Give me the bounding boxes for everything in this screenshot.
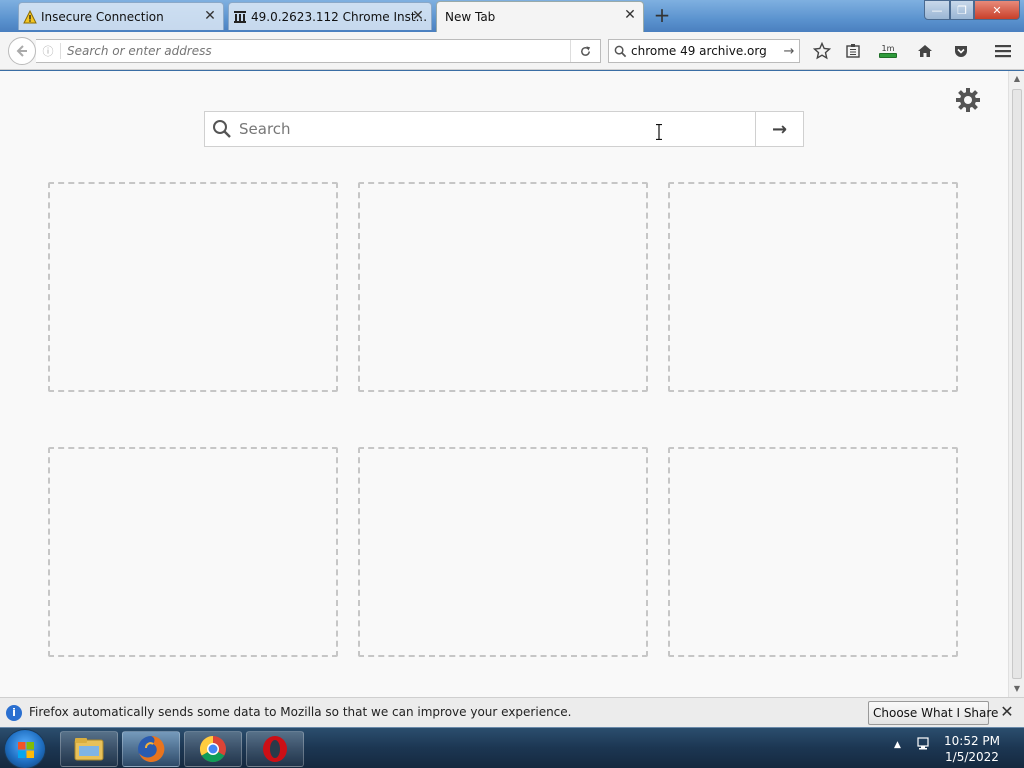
hamburger-menu-icon xyxy=(995,45,1011,58)
top-site-tile[interactable] xyxy=(48,447,338,657)
clock-time: 10:52 PM xyxy=(944,734,1000,748)
arrow-left-icon xyxy=(16,45,27,57)
reload-icon xyxy=(581,45,591,56)
firefox-icon xyxy=(138,735,165,762)
newtab-search-go-button[interactable]: → xyxy=(755,112,803,146)
newtab-search-box[interactable]: → xyxy=(204,111,804,147)
maximize-button[interactable]: ❐ xyxy=(950,0,974,20)
title-bar: Insecure Connection ✕ 49.0.2623.112 Chro… xyxy=(0,0,1024,32)
bookmarks-menu-button[interactable] xyxy=(842,40,864,62)
search-icon xyxy=(609,45,631,58)
archive-icon xyxy=(234,11,246,23)
newtab-search-input[interactable] xyxy=(239,120,755,138)
start-button[interactable] xyxy=(4,729,46,768)
new-tab-button[interactable]: + xyxy=(652,5,672,26)
windows-taskbar: ▲ 10:52 PM 1/5/2022 xyxy=(0,727,1024,768)
gear-icon xyxy=(956,88,980,112)
divider xyxy=(60,43,61,59)
home-icon xyxy=(918,45,932,57)
notification-message: Firefox automatically sends some data to… xyxy=(29,705,572,719)
tab-insecure-connection[interactable]: Insecure Connection ✕ xyxy=(18,2,224,30)
windows-logo-icon xyxy=(18,742,34,758)
scroll-down-arrow-icon[interactable]: ▼ xyxy=(1009,681,1024,697)
search-bar[interactable]: chrome 49 archive.org → xyxy=(608,39,800,63)
text-cursor-icon xyxy=(656,124,662,140)
close-tab-icon[interactable]: ✕ xyxy=(411,9,425,23)
close-tab-icon[interactable]: ✕ xyxy=(623,8,637,22)
tab-new-tab[interactable]: New Tab ✕ xyxy=(436,1,644,32)
close-window-button[interactable]: ✕ xyxy=(974,0,1020,20)
top-site-tile[interactable] xyxy=(668,182,958,392)
network-icon[interactable] xyxy=(916,736,932,752)
top-site-tile[interactable] xyxy=(48,182,338,392)
download-progress-icon xyxy=(879,53,897,58)
top-site-tile[interactable] xyxy=(358,182,648,392)
info-icon: i xyxy=(6,705,22,721)
top-site-tile[interactable] xyxy=(358,447,648,657)
search-icon xyxy=(205,119,239,139)
taskbar-chrome[interactable] xyxy=(184,731,242,767)
address-input[interactable] xyxy=(67,44,557,58)
download-time-badge: 1m xyxy=(881,44,895,53)
clock-date: 1/5/2022 xyxy=(945,750,999,764)
taskbar-file-explorer[interactable] xyxy=(60,731,118,767)
bookmark-star-button[interactable] xyxy=(811,40,833,62)
vertical-scrollbar[interactable]: ▲ ▼ xyxy=(1008,71,1024,697)
opera-icon xyxy=(263,736,287,762)
folder-icon xyxy=(74,738,104,761)
choose-what-i-share-button[interactable]: Choose What I Share xyxy=(868,701,998,725)
scroll-up-arrow-icon[interactable]: ▲ xyxy=(1009,71,1024,87)
minimize-button[interactable]: — xyxy=(924,0,950,20)
close-tab-icon[interactable]: ✕ xyxy=(203,9,217,23)
star-icon xyxy=(813,42,831,60)
tab-label: New Tab xyxy=(445,10,496,24)
close-icon[interactable]: ✕ xyxy=(998,704,1016,722)
tab-label: Insecure Connection xyxy=(41,9,164,24)
show-hidden-icons-icon[interactable]: ▲ xyxy=(894,740,901,750)
customize-settings-button[interactable] xyxy=(954,86,982,114)
scrollbar-thumb[interactable] xyxy=(1012,89,1022,679)
new-tab-page: → xyxy=(0,71,1008,697)
chrome-icon xyxy=(199,735,226,763)
pocket-button[interactable] xyxy=(950,40,972,62)
top-site-tile[interactable] xyxy=(668,447,958,657)
warning-icon xyxy=(23,10,37,24)
tab-label: 49.0.2623.112 Chrome Inst... xyxy=(251,9,428,24)
search-input[interactable]: chrome 49 archive.org xyxy=(631,44,779,58)
reload-button[interactable] xyxy=(570,40,600,62)
menu-button[interactable] xyxy=(992,40,1014,62)
info-icon[interactable]: ⓘ xyxy=(36,43,60,59)
tab-chrome-installer[interactable]: 49.0.2623.112 Chrome Inst... ✕ xyxy=(228,2,432,30)
system-clock[interactable]: 10:52 PM 1/5/2022 xyxy=(940,733,1004,765)
pocket-icon xyxy=(955,46,967,57)
home-button[interactable] xyxy=(914,40,936,62)
taskbar-opera[interactable] xyxy=(246,731,304,767)
search-go-button[interactable]: → xyxy=(779,44,799,59)
back-button[interactable] xyxy=(8,37,36,65)
downloads-button[interactable]: 1m xyxy=(877,40,899,62)
bookmarks-list-icon xyxy=(846,44,860,58)
data-reporting-notification: i Firefox automatically sends some data … xyxy=(0,697,1024,727)
address-bar[interactable]: ⓘ xyxy=(36,39,601,63)
taskbar-firefox[interactable] xyxy=(122,731,180,767)
navigation-toolbar: ⓘ chrome 49 archive.org → 1m xyxy=(0,32,1024,70)
